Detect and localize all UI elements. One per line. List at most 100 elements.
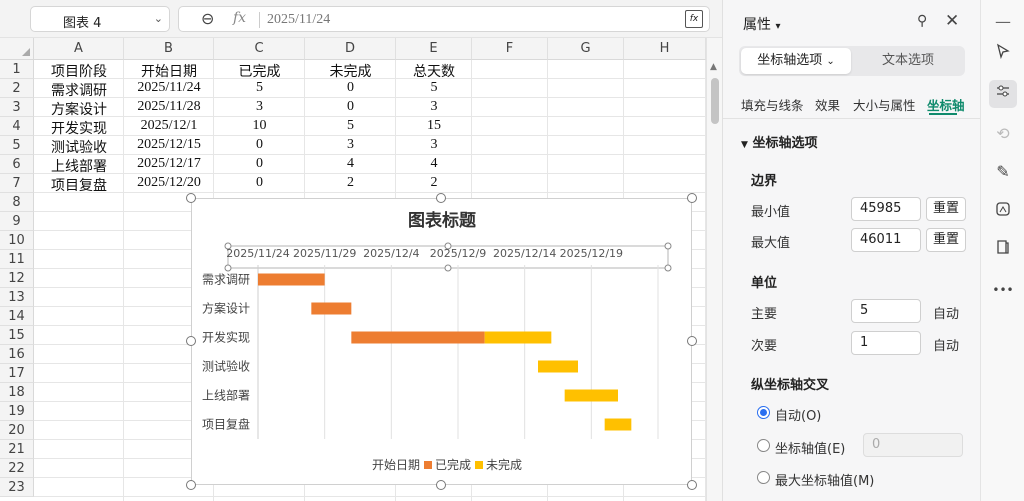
crop-icon[interactable]: ⟲ xyxy=(989,120,1017,148)
name-box[interactable]: 图表 4 ⌄ xyxy=(30,6,170,32)
chevron-down-icon[interactable]: ⌄ xyxy=(154,12,163,25)
cell[interactable]: 5 xyxy=(305,118,396,134)
min-value-input[interactable]: 45985 xyxy=(851,197,921,221)
cell[interactable]: 已完成 xyxy=(214,61,305,81)
resize-handle[interactable] xyxy=(687,193,697,203)
cell[interactable]: 2025/12/15 xyxy=(124,137,214,153)
row-header[interactable]: 19 xyxy=(0,402,34,421)
cell[interactable]: 0 xyxy=(214,156,305,172)
cell[interactable]: 3 xyxy=(396,99,472,115)
row-header[interactable]: 4 xyxy=(0,117,34,136)
row-header[interactable]: 10 xyxy=(0,231,34,250)
cell[interactable]: 0 xyxy=(305,99,396,115)
cell[interactable]: 5 xyxy=(396,80,472,96)
cell[interactable]: 项目阶段 xyxy=(34,61,124,81)
cursor-icon[interactable] xyxy=(989,40,1017,68)
cell[interactable]: 3 xyxy=(396,137,472,153)
row-header[interactable]: 15 xyxy=(0,326,34,345)
cell[interactable]: 15 xyxy=(396,118,472,134)
cell[interactable]: 0 xyxy=(214,175,305,191)
cell[interactable]: 开始日期 xyxy=(124,61,214,81)
row-header[interactable]: 1 xyxy=(0,60,34,79)
cell[interactable]: 0 xyxy=(305,80,396,96)
reset-min-button[interactable]: 重置 xyxy=(926,197,966,221)
resize-handle[interactable] xyxy=(687,480,697,490)
row-header[interactable]: 5 xyxy=(0,136,34,155)
row-header[interactable]: 8 xyxy=(0,193,34,212)
subtab-size-properties[interactable]: 大小与属性 xyxy=(853,95,916,114)
book-icon[interactable] xyxy=(989,236,1017,264)
insert-function-icon[interactable]: fx xyxy=(685,10,703,28)
row-header[interactable]: 20 xyxy=(0,421,34,440)
zoom-icon[interactable]: ⊖ xyxy=(201,9,214,28)
chart-object[interactable]: 图表标题 2025/11/24 2025/11/29 2025/12/4 2025/12… xyxy=(191,198,692,485)
row-header[interactable]: 21 xyxy=(0,440,34,459)
row-header[interactable]: 3 xyxy=(0,98,34,117)
close-icon[interactable]: ✕ xyxy=(945,11,959,31)
cell[interactable]: 2 xyxy=(305,175,396,191)
row-header[interactable]: 12 xyxy=(0,269,34,288)
radio-max-value[interactable] xyxy=(757,471,770,484)
cell[interactable]: 方案设计 xyxy=(34,99,124,119)
chart-style-icon[interactable] xyxy=(989,198,1017,226)
cell[interactable]: 3 xyxy=(214,99,305,115)
radio-axis-value-label[interactable]: 坐标轴值(E) xyxy=(775,438,845,457)
cell[interactable]: 测试验收 xyxy=(34,137,124,157)
axis-value-input[interactable]: 0 xyxy=(863,433,963,457)
row-header[interactable]: 18 xyxy=(0,383,34,402)
reset-max-button[interactable]: 重置 xyxy=(926,228,966,252)
cell[interactable]: 总天数 xyxy=(396,61,472,81)
brush-icon[interactable]: ✎ xyxy=(989,158,1017,186)
row-header[interactable]: 2 xyxy=(0,79,34,98)
cell[interactable]: 5 xyxy=(214,80,305,96)
column-header[interactable]: G xyxy=(548,38,624,60)
select-all-corner[interactable] xyxy=(0,38,34,60)
row-header[interactable]: 14 xyxy=(0,307,34,326)
cell[interactable]: 4 xyxy=(305,156,396,172)
tab-axis-options[interactable]: 坐标轴选项 ⌄ xyxy=(741,48,851,74)
cell[interactable]: 2025/11/28 xyxy=(124,99,214,115)
resize-handle[interactable] xyxy=(687,336,697,346)
row-header[interactable]: 16 xyxy=(0,345,34,364)
fx-icon[interactable]: fx xyxy=(233,10,246,26)
cell[interactable]: 未完成 xyxy=(305,61,396,81)
scroll-thumb[interactable] xyxy=(711,78,719,124)
cell[interactable]: 上线部署 xyxy=(34,156,124,176)
cell[interactable]: 10 xyxy=(214,118,305,134)
row-header[interactable]: 22 xyxy=(0,459,34,478)
formula-input[interactable]: ⊖ fx 2025/11/24 fx xyxy=(178,6,710,32)
cell[interactable]: 2025/12/20 xyxy=(124,175,214,191)
row-header[interactable]: 6 xyxy=(0,155,34,174)
radio-max-value-label[interactable]: 最大坐标轴值(M) xyxy=(775,470,874,489)
cell[interactable]: 0 xyxy=(214,137,305,153)
cell[interactable]: 需求调研 xyxy=(34,80,124,100)
cell[interactable]: 开发实现 xyxy=(34,118,124,138)
subtab-effects[interactable]: 效果 xyxy=(815,95,840,114)
section-axis-options[interactable]: ▼ 坐标轴选项 xyxy=(741,132,817,151)
row-header[interactable]: 13 xyxy=(0,288,34,307)
sliders-icon[interactable] xyxy=(989,80,1017,108)
cell[interactable]: 项目复盘 xyxy=(34,175,124,195)
cell[interactable]: 2025/12/17 xyxy=(124,156,214,172)
resize-handle[interactable] xyxy=(186,336,196,346)
cell[interactable]: 2025/11/24 xyxy=(124,80,214,96)
resize-handle[interactable] xyxy=(186,193,196,203)
column-header[interactable]: C xyxy=(214,38,305,60)
major-unit-input[interactable]: 5 xyxy=(851,299,921,323)
row-header[interactable]: 11 xyxy=(0,250,34,269)
radio-auto-label[interactable]: 自动(O) xyxy=(775,405,821,424)
minus-icon[interactable]: — xyxy=(989,8,1017,36)
resize-handle[interactable] xyxy=(436,193,446,203)
cell[interactable]: 2025/12/1 xyxy=(124,118,214,134)
subtab-axis[interactable]: 坐标轴 xyxy=(927,95,965,114)
tab-text-options[interactable]: 文本选项 xyxy=(853,48,963,74)
radio-auto[interactable] xyxy=(757,406,770,419)
column-header[interactable]: F xyxy=(472,38,548,60)
column-header[interactable]: E xyxy=(396,38,472,60)
column-header[interactable]: B xyxy=(124,38,214,60)
radio-axis-value[interactable] xyxy=(757,439,770,452)
row-header[interactable]: 7 xyxy=(0,174,34,193)
column-header[interactable]: D xyxy=(305,38,396,60)
vertical-scrollbar[interactable]: ▲ xyxy=(706,38,722,501)
panel-title[interactable]: 属性 ▾ xyxy=(743,14,780,34)
